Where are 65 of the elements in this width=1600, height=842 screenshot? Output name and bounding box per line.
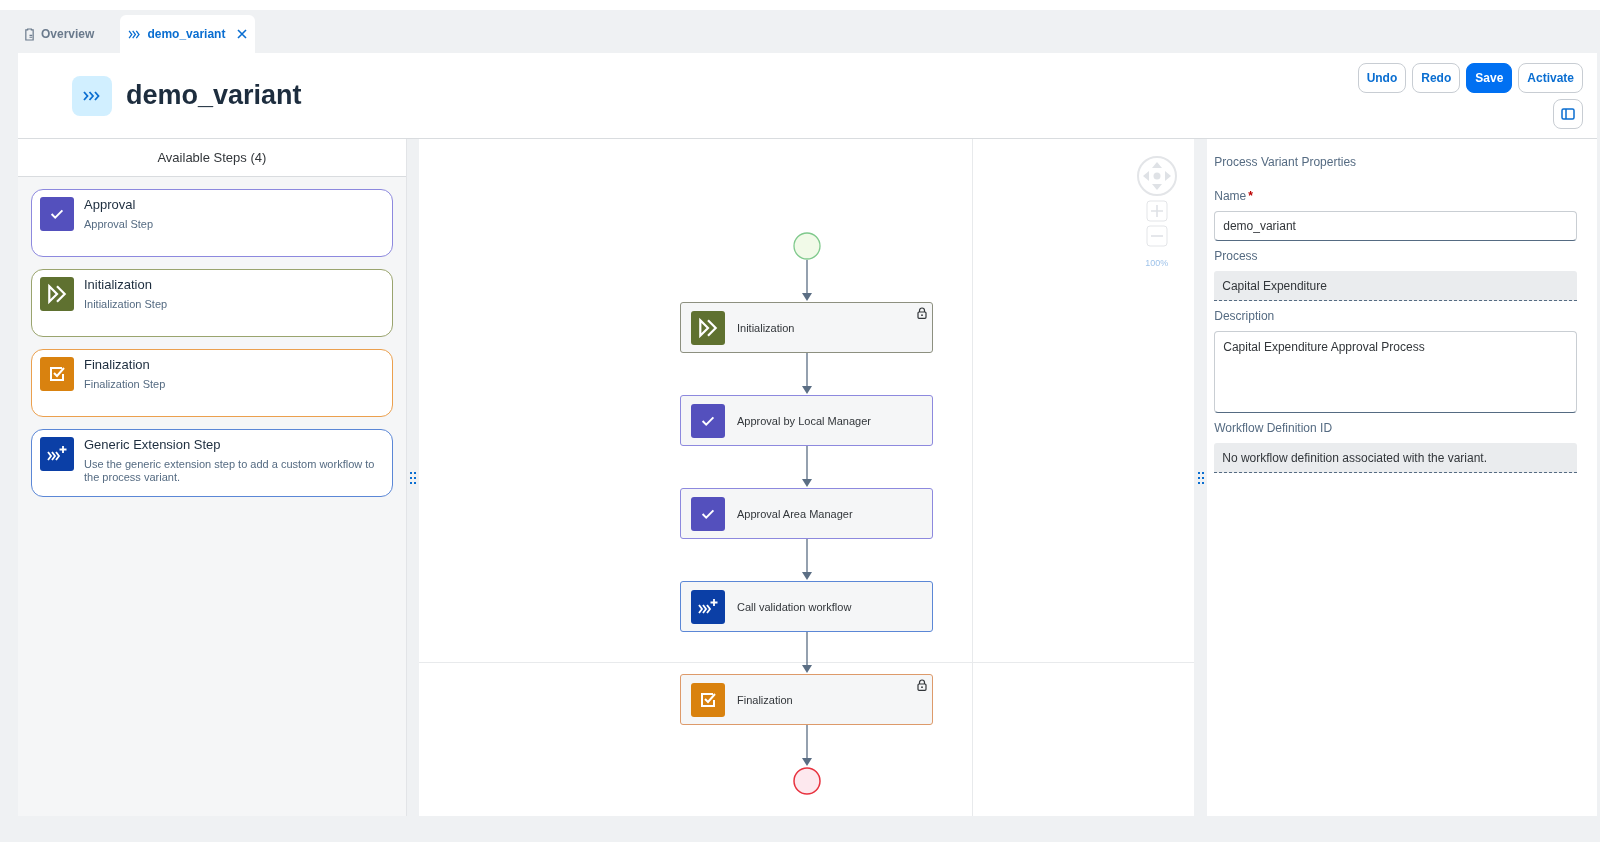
step-title: Finalization — [84, 357, 151, 372]
connector-arrow — [801, 353, 812, 394]
toolbar-button[interactable]: Undo — [1357, 63, 1407, 93]
clipboard-icon — [24, 27, 35, 41]
checkmark-icon — [691, 403, 725, 438]
step-card[interactable]: Initialization Initialization Step — [31, 269, 393, 337]
node-label: Approval Area Manager — [737, 507, 853, 520]
step-description: Initialization Step — [84, 298, 168, 311]
step-title: Initialization — [84, 277, 153, 292]
sidebar-toggle-icon[interactable] — [1553, 99, 1583, 129]
toolbar-button[interactable]: Activate — [1518, 63, 1583, 93]
connector-arrow — [801, 539, 812, 580]
flow-node[interactable]: Approval by Local Manager — [680, 395, 933, 446]
field-label: Description — [1214, 309, 1275, 323]
checkmark-icon — [691, 496, 725, 531]
readonly-field: No workflow definition associated with the variant. — [1214, 443, 1577, 473]
step-title: Generic Extension Step — [84, 437, 222, 452]
connector-arrow — [801, 260, 812, 301]
field-label: Process — [1214, 249, 1258, 263]
start-event — [792, 232, 821, 260]
tab[interactable]: demo_variant — [120, 15, 256, 53]
checkmark-icon — [40, 197, 74, 231]
end-event — [792, 767, 821, 795]
step-description: Use the generic extension step to add a custom workflow to the process variant. — [84, 458, 376, 484]
chevrons-icon — [128, 29, 142, 39]
chevrons-plus-icon — [40, 437, 74, 471]
step-title: Approval — [84, 197, 137, 212]
node-label: Call validation workflow — [737, 600, 852, 613]
step-description: Finalization Step — [84, 378, 166, 391]
field-label: Name — [1214, 189, 1247, 203]
flow-node[interactable]: Approval Area Manager — [680, 488, 933, 539]
checkbox-icon — [691, 682, 725, 717]
page-title: demo_variant — [126, 80, 303, 111]
input-field[interactable]: demo_variant — [1214, 211, 1577, 241]
step-card[interactable]: Approval Approval Step — [31, 189, 393, 257]
required-mark: * — [1248, 189, 1253, 203]
readonly-field: Capital Expenditure — [1214, 271, 1577, 301]
connector-arrow — [801, 446, 812, 487]
grip-icon[interactable] — [1197, 471, 1204, 484]
node-label: Finalization — [737, 693, 793, 706]
step-card[interactable]: Generic Extension Step Use the generic extension step to add a custom workflow to the process variant. — [31, 429, 393, 497]
node-label: Approval by Local Manager — [737, 414, 871, 427]
chevrons-icon — [72, 75, 112, 116]
flow-node[interactable]: Call validation workflow — [680, 581, 933, 632]
grip-icon[interactable] — [409, 471, 416, 484]
connector-arrow — [801, 632, 812, 673]
flow-node[interactable]: Finalization — [680, 674, 933, 725]
close-icon[interactable] — [237, 29, 248, 39]
double-chevron-icon — [691, 310, 725, 345]
toolbar-button[interactable]: Redo — [1412, 63, 1461, 93]
field-label: Workflow Definition ID — [1214, 421, 1333, 435]
tab[interactable]: Overview — [18, 15, 107, 53]
toolbar-button[interactable]: Save — [1466, 63, 1513, 93]
text-area[interactable]: Capital Expenditure Approval Process — [1214, 331, 1577, 413]
flow-node[interactable]: Initialization — [680, 302, 933, 353]
panel-title: Available Steps (4) — [18, 139, 406, 177]
node-label: Initialization — [737, 321, 795, 334]
chevrons-plus-icon — [691, 589, 725, 624]
double-chevron-icon — [40, 277, 74, 311]
step-card[interactable]: Finalization Finalization Step — [31, 349, 393, 417]
checkbox-icon — [40, 357, 74, 391]
connector-arrow — [801, 725, 812, 766]
step-description: Approval Step — [84, 218, 154, 231]
zoom-level: 100% — [1145, 258, 1169, 268]
panel-title: Process Variant Properties — [1214, 155, 1358, 169]
